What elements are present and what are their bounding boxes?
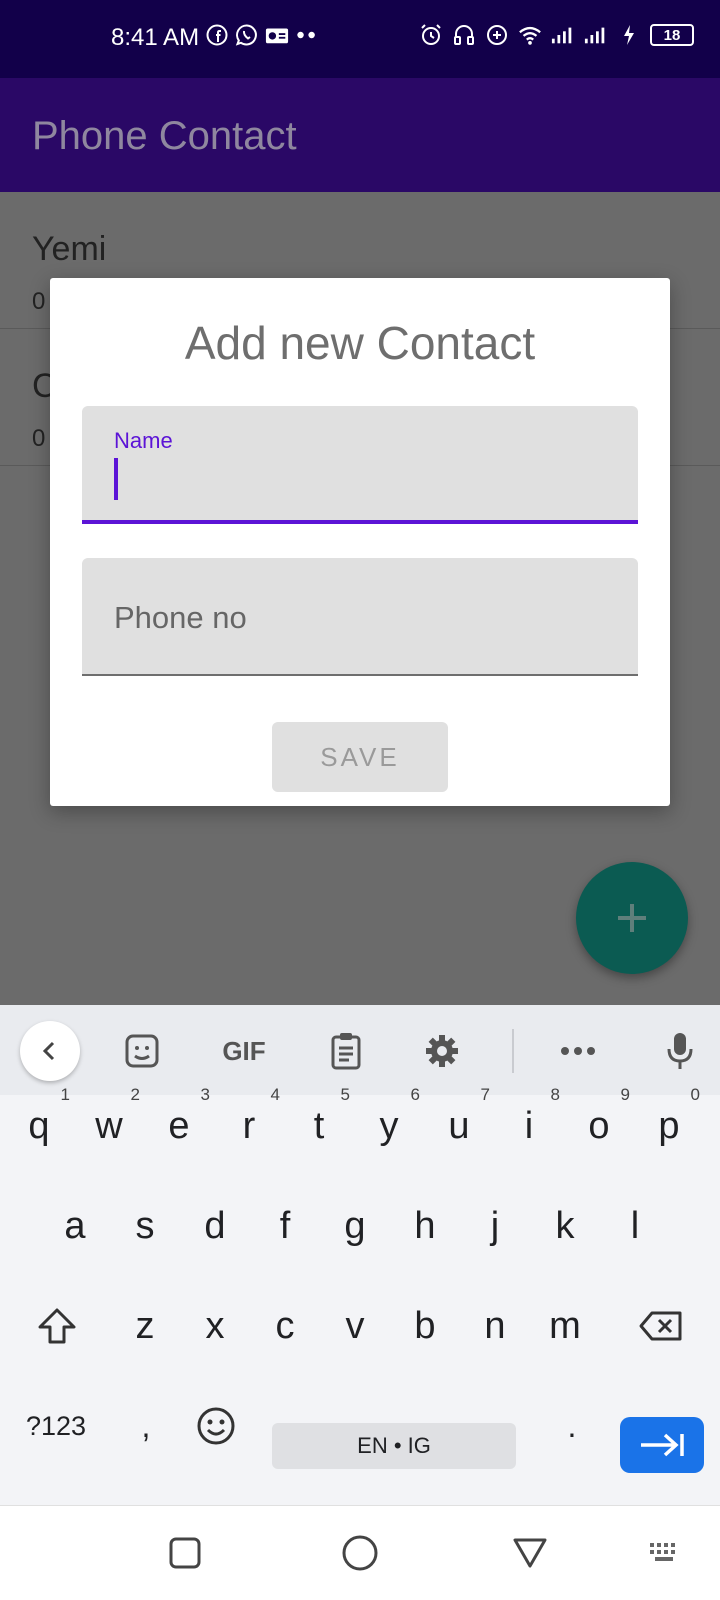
key-q[interactable]: q1 (4, 1081, 74, 1171)
key-s[interactable]: s (110, 1181, 180, 1271)
more-dots-icon (295, 22, 319, 48)
recent-apps-icon[interactable] (160, 1528, 210, 1578)
key-g[interactable]: g (320, 1181, 390, 1271)
key-label: q (28, 1104, 50, 1147)
shift-key[interactable] (22, 1281, 92, 1371)
facebook-icon (205, 22, 229, 48)
key-label: t (313, 1104, 325, 1147)
toolbar-divider (512, 1029, 514, 1073)
period-key[interactable]: . (544, 1381, 600, 1471)
key-k[interactable]: k (530, 1181, 600, 1271)
save-button[interactable]: SAVE (272, 722, 448, 792)
comma-key[interactable]: , (116, 1381, 176, 1471)
space-key[interactable]: EN • IG (272, 1423, 516, 1469)
key-hint: 5 (340, 1085, 350, 1104)
home-icon[interactable] (335, 1528, 385, 1578)
settings-gear-icon[interactable] (414, 1023, 470, 1079)
symbols-key[interactable]: ?123 (16, 1381, 96, 1471)
key-label: o (588, 1104, 610, 1147)
key-y[interactable]: y6 (354, 1081, 424, 1171)
key-w[interactable]: w2 (74, 1081, 144, 1171)
key-i[interactable]: i8 (494, 1081, 564, 1171)
key-l[interactable]: l (600, 1181, 670, 1271)
contact-name: Yemi (32, 230, 107, 268)
key-label: e (168, 1104, 190, 1147)
microphone-icon[interactable] (652, 1023, 708, 1079)
next-key[interactable] (620, 1417, 704, 1473)
key-b[interactable]: b (390, 1281, 460, 1371)
key-hint: 0 (690, 1085, 700, 1104)
text-cursor (114, 458, 118, 500)
signal-icon (551, 22, 575, 48)
name-field-label: Name (114, 428, 173, 453)
sticker-icon[interactable] (114, 1023, 170, 1079)
phone-field[interactable]: Phone no (82, 558, 638, 676)
key-o[interactable]: o9 (564, 1081, 634, 1171)
back-icon[interactable] (505, 1528, 555, 1578)
key-t[interactable]: t5 (284, 1081, 354, 1171)
navigation-bar (0, 1505, 720, 1600)
clipboard-icon[interactable] (318, 1023, 374, 1079)
add-contact-button[interactable] (576, 862, 688, 974)
key-label: r (242, 1104, 256, 1147)
add-contact-dialog: Add new Contact Name Phone no SAVE (50, 278, 670, 806)
key-label: u (448, 1104, 470, 1147)
key-x[interactable]: x (180, 1281, 250, 1371)
key-c[interactable]: c (250, 1281, 320, 1371)
battery-indicator: 18 (650, 24, 694, 46)
alarm-icon (419, 22, 443, 48)
more-icon[interactable] (550, 1023, 606, 1079)
key-v[interactable]: v (320, 1281, 390, 1371)
key-label: p (658, 1104, 680, 1147)
phone-field-placeholder: Phone no (114, 600, 247, 635)
page-title: Phone Contact (32, 114, 297, 158)
emoji-key[interactable] (186, 1381, 246, 1471)
key-h[interactable]: h (390, 1181, 460, 1271)
key-label: i (524, 1104, 534, 1147)
key-hint: 7 (480, 1085, 490, 1104)
key-f[interactable]: f (250, 1181, 320, 1271)
key-hint: 9 (620, 1085, 630, 1104)
app-bar: Phone Contact (0, 78, 720, 192)
back-arrow-icon[interactable] (20, 1021, 80, 1081)
data-saver-icon (485, 22, 509, 48)
key-z[interactable]: z (110, 1281, 180, 1371)
key-r[interactable]: r4 (214, 1081, 284, 1171)
whatsapp-icon (235, 22, 259, 48)
plus-icon (618, 904, 646, 932)
status-bar: 8:41 AM 18 (0, 0, 720, 78)
key-j[interactable]: j (460, 1181, 530, 1271)
contact-phone: 0 (32, 425, 46, 452)
key-u[interactable]: u7 (424, 1081, 494, 1171)
keyboard-switch-icon[interactable] (640, 1528, 690, 1578)
name-field[interactable]: Name (82, 406, 638, 524)
key-hint: 6 (410, 1085, 420, 1104)
key-label: w (95, 1104, 123, 1147)
key-hint: 1 (60, 1085, 70, 1104)
contact-phone: 0 (32, 288, 46, 315)
key-d[interactable]: d (180, 1181, 250, 1271)
backspace-key[interactable] (622, 1281, 700, 1371)
gif-button[interactable]: GIF (214, 1023, 274, 1079)
key-a[interactable]: a (40, 1181, 110, 1271)
dialog-title: Add new Contact (184, 317, 536, 369)
radio-icon (265, 22, 289, 48)
key-m[interactable]: m (530, 1281, 600, 1371)
wifi-icon (518, 22, 542, 48)
key-e[interactable]: e3 (144, 1081, 214, 1171)
key-hint: 3 (200, 1085, 210, 1104)
key-p[interactable]: p0 (634, 1081, 704, 1171)
key-n[interactable]: n (460, 1281, 530, 1371)
key-label: y (379, 1104, 399, 1147)
headset-icon (452, 22, 476, 48)
key-hint: 8 (550, 1085, 560, 1104)
key-hint: 4 (270, 1085, 280, 1104)
key-hint: 2 (130, 1085, 140, 1104)
keyboard: GIF ?123 , EN • IG . q1w2e3r4t5y6u7i8o9p… (0, 1005, 720, 1505)
charging-icon (617, 22, 641, 48)
status-time: 8:41 AM (111, 24, 200, 51)
signal-icon (584, 22, 608, 48)
